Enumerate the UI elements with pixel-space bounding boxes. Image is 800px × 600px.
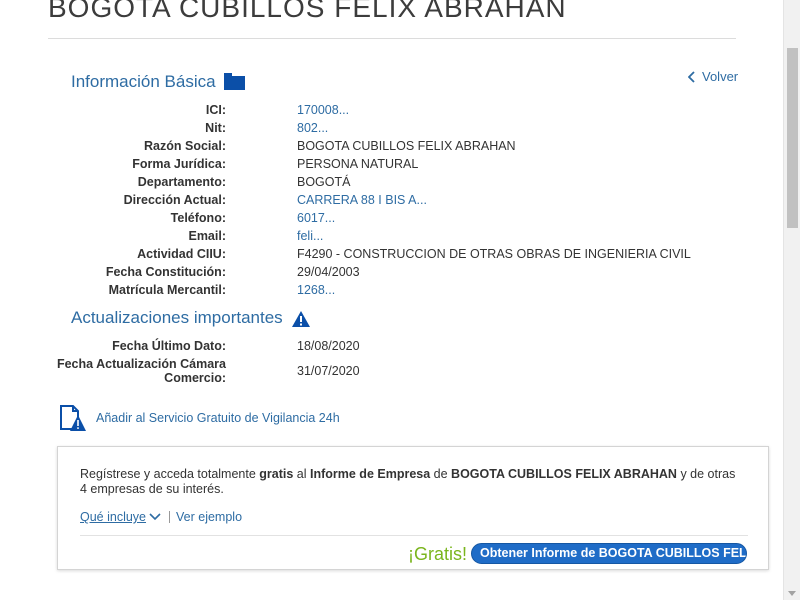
ver-ejemplo-link[interactable]: Ver ejemplo (176, 510, 242, 524)
promo-text: Regístrese y acceda totalmente gratis al… (80, 467, 740, 497)
company-title: BOGOTA CUBILLOS FELIX ABRAHAN (48, 0, 567, 23)
info-value-link[interactable]: 6017... (297, 211, 335, 225)
gratis-label: ¡Gratis! (408, 544, 468, 564)
info-label: Actividad CIIU: (137, 247, 226, 261)
scrollbar-thumb[interactable] (787, 48, 798, 228)
que-incluye-label: Qué incluye (80, 510, 147, 524)
info-value: BOGOTA CUBILLOS FELIX ABRAHAN (297, 139, 516, 153)
back-link[interactable]: Volver (688, 69, 738, 84)
promo-text-bold: BOGOTA CUBILLOS FELIX ABRAHAN (451, 467, 677, 481)
report-promo-box: Regístrese y acceda totalmente gratis al… (57, 446, 769, 570)
basic-info-heading: Información Básica (71, 72, 245, 92)
update-label: Fecha Actualización Cámara Comercio: (56, 357, 226, 385)
info-row: Departamento: BOGOTÁ (0, 175, 720, 193)
info-value: 29/04/2003 (297, 265, 360, 279)
info-label: Dirección Actual: (123, 193, 226, 207)
title-divider (48, 38, 736, 39)
info-label: Razón Social: (144, 139, 226, 153)
info-row: Forma Jurídica: PERSONA NATURAL (0, 157, 720, 175)
info-row: Razón Social: BOGOTA CUBILLOS FELIX ABRAH… (0, 139, 720, 157)
updates-heading: Actualizaciones importantes (71, 308, 311, 328)
info-row: ICI: 170008... (0, 103, 720, 121)
basic-info-title: Información Básica (71, 72, 216, 91)
updates-title: Actualizaciones importantes (71, 308, 283, 327)
info-label: Fecha Constitución: (105, 265, 226, 279)
promo-links: Qué incluye Ver ejemplo (80, 510, 242, 524)
update-row: Fecha Actualización Cámara Comercio: 31/… (0, 357, 720, 387)
info-value-link[interactable]: CARRERA 88 I BIS A... (297, 193, 427, 207)
promo-text-bold: Informe de Empresa (310, 467, 431, 481)
vertical-scrollbar[interactable] (783, 0, 800, 600)
warning-icon (291, 311, 310, 327)
update-value: 18/08/2020 (297, 339, 360, 353)
folder-icon (223, 73, 245, 90)
info-row: Fecha Constitución: 29/04/2003 (0, 265, 720, 283)
info-label: Email: (188, 229, 226, 243)
add-watch-service-label: Añadir al Servicio Gratuito de Vigilanci… (96, 411, 340, 425)
info-value-link[interactable]: feli... (297, 229, 323, 243)
que-incluye-link[interactable]: Qué incluye (80, 510, 161, 524)
chevron-left-icon (688, 70, 695, 83)
info-value-link[interactable]: 1268... (297, 283, 335, 297)
info-row: Dirección Actual: CARRERA 88 I BIS A... (0, 193, 720, 211)
info-row: Nit: 802... (0, 121, 720, 139)
info-value: F4290 - CONSTRUCCION DE OTRAS OBRAS DE I… (297, 247, 691, 261)
promo-text-bold: gratis (259, 467, 294, 481)
update-label: Fecha Último Dato: (112, 339, 226, 353)
back-label: Volver (702, 69, 739, 84)
info-label: Nit: (205, 121, 226, 135)
info-label: Teléfono: (170, 211, 226, 225)
info-value: BOGOTÁ (297, 175, 351, 189)
info-row: Email: feli... (0, 229, 720, 247)
info-row: Actividad CIIU: F4290 - CONSTRUCCION DE O… (0, 247, 720, 265)
page: BOGOTA CUBILLOS FELIX ABRAHAN Informació… (0, 0, 783, 600)
promo-text-part: de (430, 467, 452, 481)
promo-text-part: al (293, 467, 310, 481)
chevron-down-icon (149, 513, 161, 521)
info-label: Departamento: (137, 175, 226, 189)
scroll-down-arrow-icon[interactable] (788, 591, 796, 596)
get-report-button[interactable]: Obtener Informe de BOGOTA CUBILLOS FELI.… (471, 543, 747, 564)
info-row: Matrícula Mercantil: 1268... (0, 283, 720, 301)
info-value-link[interactable]: 170008... (297, 103, 349, 117)
info-label: ICI: (205, 103, 226, 117)
promo-text-part: Regístrese y acceda totalmente (80, 467, 260, 481)
promo-divider (80, 535, 748, 536)
info-row: Teléfono: 6017... (0, 211, 720, 229)
info-value: PERSONA NATURAL (297, 157, 419, 171)
watch-document-warning-icon (60, 405, 86, 431)
info-label: Matrícula Mercantil: (108, 283, 226, 297)
info-label: Forma Jurídica: (132, 157, 226, 171)
add-watch-service-link[interactable]: Añadir al Servicio Gratuito de Vigilanci… (57, 404, 340, 432)
update-value: 31/07/2020 (297, 364, 360, 378)
link-separator (169, 511, 171, 523)
update-row: Fecha Último Dato: 18/08/2020 (0, 339, 720, 357)
info-value-link[interactable]: 802... (297, 121, 328, 135)
